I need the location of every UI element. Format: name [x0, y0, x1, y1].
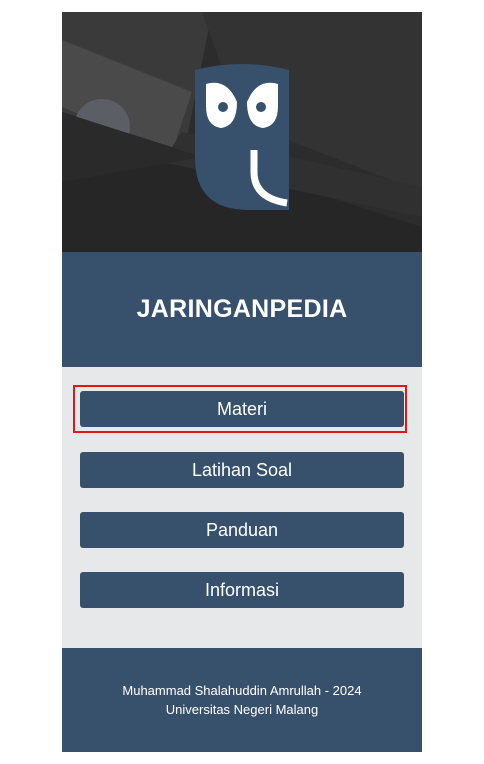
main-menu: Materi Latihan Soal Panduan Informasi: [62, 367, 422, 648]
materi-button[interactable]: Materi: [80, 391, 404, 427]
owl-logo-icon: [195, 64, 289, 210]
panduan-button[interactable]: Panduan: [80, 512, 404, 548]
latihan-soal-button[interactable]: Latihan Soal: [80, 452, 404, 488]
footer: Muhammad Shalahuddin Amrullah - 2024 Uni…: [62, 648, 422, 752]
app-title: JARINGANPEDIA: [136, 295, 348, 323]
footer-author: Muhammad Shalahuddin Amrullah - 2024: [122, 683, 362, 698]
app-screen: JARINGANPEDIA Materi Latihan Soal Pandua…: [62, 12, 422, 752]
footer-institution: Universitas Negeri Malang: [165, 702, 319, 717]
title-band: JARINGANPEDIA: [62, 252, 422, 367]
hero-banner: [62, 12, 422, 252]
informasi-button[interactable]: Informasi: [80, 572, 404, 608]
